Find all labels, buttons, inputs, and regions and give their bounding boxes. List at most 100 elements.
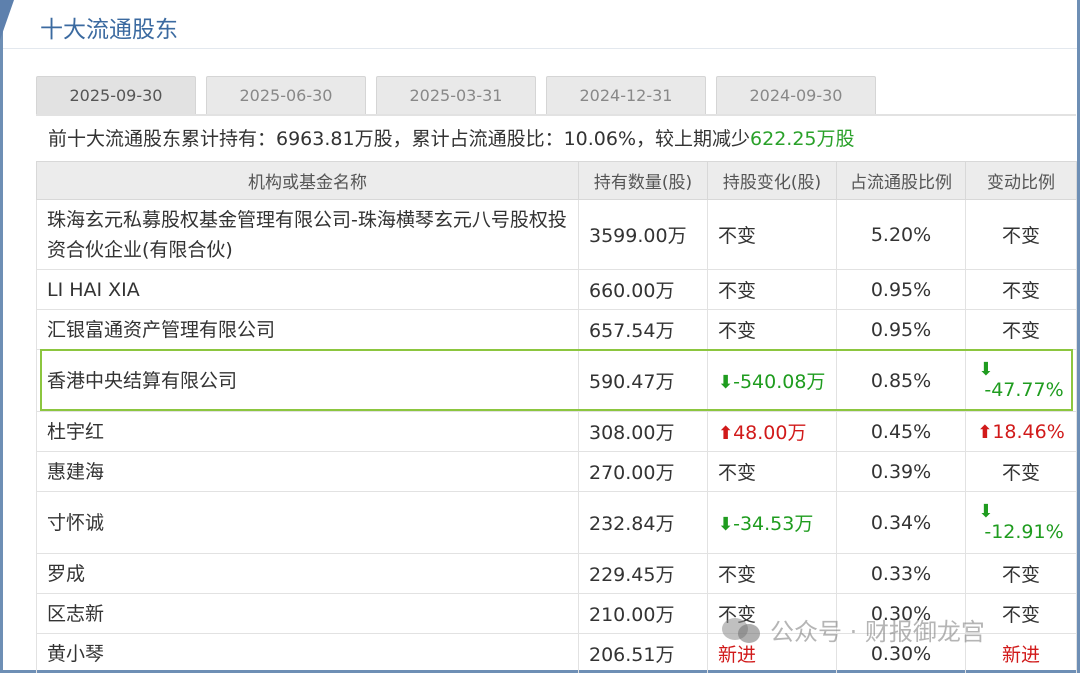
arrow-up-icon: ⬆ bbox=[977, 421, 993, 443]
ratio-value: 18.46% bbox=[992, 420, 1065, 443]
table-row[interactable]: 珠海玄元私募股权基金管理有限公司-珠海横琴玄元八号股权投资合伙企业(有限合伙) 3… bbox=[36, 199, 1077, 270]
table-header-row: 机构或基金名称 持有数量(股) 持股变化(股) 占流通股比例 变动比例 bbox=[36, 161, 1077, 200]
change-ratio: ⬇ -12.91% bbox=[965, 491, 1077, 554]
change-ratio: 不变 bbox=[965, 553, 1077, 594]
change-value: 不变 bbox=[718, 320, 757, 342]
table-row[interactable]: 罗成 229.45万 不变 0.33% 不变 bbox=[36, 553, 1077, 594]
table-body: 珠海玄元私募股权基金管理有限公司-珠海横琴玄元八号股权投资合伙企业(有限合伙) 3… bbox=[36, 199, 1077, 673]
holding-qty: 3599.00万 bbox=[578, 199, 708, 270]
holder-name: 区志新 bbox=[36, 593, 579, 634]
col-header-qty: 持有数量(股) bbox=[578, 161, 708, 200]
holding-qty: 206.51万 bbox=[578, 633, 708, 673]
holding-change: 不变 bbox=[707, 309, 837, 350]
table-row[interactable]: 杜宇红 308.00万 ⬆48.00万 0.45% ⬆18.46% bbox=[36, 411, 1077, 452]
change-ratio: 不变 bbox=[965, 199, 1077, 270]
holder-name: 香港中央结算有限公司 bbox=[36, 349, 579, 412]
holding-change: 不变 bbox=[707, 199, 837, 270]
float-share-pct: 5.20% bbox=[836, 199, 966, 270]
holder-name: 汇银富通资产管理有限公司 bbox=[36, 309, 579, 350]
holding-qty: 657.54万 bbox=[578, 309, 708, 350]
change-value: 不变 bbox=[718, 564, 757, 586]
holding-change: 不变 bbox=[707, 451, 837, 492]
holding-qty: 210.00万 bbox=[578, 593, 708, 634]
date-tabs: 2025-09-30 2025-06-30 2025-03-31 2024-12… bbox=[36, 76, 876, 114]
change-value: -34.53万 bbox=[733, 513, 814, 535]
ratio-value: 不变 bbox=[1001, 564, 1040, 586]
holder-name: 杜宇红 bbox=[36, 411, 579, 452]
tab-2025-06-30[interactable]: 2025-06-30 bbox=[206, 76, 366, 114]
holder-name: 珠海玄元私募股权基金管理有限公司-珠海横琴玄元八号股权投资合伙企业(有限合伙) bbox=[36, 199, 579, 270]
table-row[interactable]: LI HAI XIA 660.00万 不变 0.95% 不变 bbox=[36, 269, 1077, 310]
holder-name: 罗成 bbox=[36, 553, 579, 594]
summary-change: 622.25万股 bbox=[750, 128, 855, 150]
change-value: 48.00万 bbox=[733, 422, 807, 444]
change-ratio: ⬆18.46% bbox=[965, 411, 1077, 452]
summary-text: 前十大流通股东累计持有：6963.81万股，累计占流通股比：10.06%，较上期… bbox=[48, 128, 751, 150]
col-header-pct: 占流通股比例 bbox=[836, 161, 966, 200]
arrow-down-icon: ⬇ bbox=[978, 359, 994, 380]
ratio-value: 不变 bbox=[1001, 225, 1040, 247]
panel-corner-marker bbox=[0, 0, 14, 40]
holder-name: LI HAI XIA bbox=[36, 269, 579, 310]
table-row[interactable]: 汇银富通资产管理有限公司 657.54万 不变 0.95% 不变 bbox=[36, 309, 1077, 350]
float-share-pct: 0.95% bbox=[836, 309, 966, 350]
holding-qty: 229.45万 bbox=[578, 553, 708, 594]
change-value: 新进 bbox=[718, 644, 757, 666]
change-ratio: 不变 bbox=[965, 309, 1077, 350]
watermark-text: 公众号 · 财报御龙宫 bbox=[770, 618, 985, 646]
tab-2024-09-30[interactable]: 2024-09-30 bbox=[716, 76, 876, 114]
ratio-value: 不变 bbox=[1001, 604, 1040, 626]
watermark: 公众号 · 财报御龙宫 bbox=[722, 612, 985, 647]
tab-underline bbox=[36, 114, 1076, 116]
tab-2024-12-31[interactable]: 2024-12-31 bbox=[546, 76, 706, 114]
tab-2025-09-30[interactable]: 2025-09-30 bbox=[36, 76, 196, 114]
arrow-down-icon: ⬇ bbox=[718, 514, 734, 535]
arrow-down-icon: ⬇ bbox=[718, 372, 734, 393]
col-header-change: 持股变化(股) bbox=[707, 161, 837, 200]
ratio-value: 不变 bbox=[1001, 280, 1040, 302]
holding-change: ⬇-34.53万 bbox=[707, 491, 837, 554]
ratio-value: -12.91% bbox=[984, 521, 1064, 543]
col-header-ratio: 变动比例 bbox=[965, 161, 1077, 200]
float-share-pct: 0.85% bbox=[836, 349, 966, 412]
ratio-value: 不变 bbox=[1001, 320, 1040, 342]
holding-change: 不变 bbox=[707, 553, 837, 594]
wechat-icon bbox=[722, 614, 762, 646]
holding-qty: 660.00万 bbox=[578, 269, 708, 310]
float-share-pct: 0.34% bbox=[836, 491, 966, 554]
float-share-pct: 0.33% bbox=[836, 553, 966, 594]
tab-2025-03-31[interactable]: 2025-03-31 bbox=[376, 76, 536, 114]
holding-qty: 308.00万 bbox=[578, 411, 708, 452]
arrow-up-icon: ⬆ bbox=[718, 423, 734, 444]
holding-qty: 232.84万 bbox=[578, 491, 708, 554]
panel-title: 十大流通股东 bbox=[40, 17, 178, 43]
change-ratio: 不变 bbox=[965, 269, 1077, 310]
col-header-name: 机构或基金名称 bbox=[36, 161, 579, 200]
table-row[interactable]: 惠建海 270.00万 不变 0.39% 不变 bbox=[36, 451, 1077, 492]
change-ratio: 不变 bbox=[965, 451, 1077, 492]
change-ratio: ⬇ -47.77% bbox=[965, 349, 1077, 412]
ratio-value: -47.77% bbox=[984, 379, 1064, 401]
holding-change: ⬆48.00万 bbox=[707, 411, 837, 452]
summary-line: 前十大流通股东累计持有：6963.81万股，累计占流通股比：10.06%，较上期… bbox=[48, 124, 855, 151]
title-divider bbox=[3, 48, 1077, 49]
float-share-pct: 0.39% bbox=[836, 451, 966, 492]
holder-name: 寸怀诚 bbox=[36, 491, 579, 554]
holding-qty: 270.00万 bbox=[578, 451, 708, 492]
shareholders-table: 机构或基金名称 持有数量(股) 持股变化(股) 占流通股比例 变动比例 珠海玄元… bbox=[36, 161, 1077, 673]
holding-change: ⬇-540.08万 bbox=[707, 349, 837, 412]
holder-name: 惠建海 bbox=[36, 451, 579, 492]
ratio-value: 不变 bbox=[1001, 462, 1040, 484]
change-value: 不变 bbox=[718, 462, 757, 484]
holder-name: 黄小琴 bbox=[36, 633, 579, 673]
arrow-down-icon: ⬇ bbox=[978, 501, 994, 522]
change-value: 不变 bbox=[718, 280, 757, 302]
holding-change: 不变 bbox=[707, 269, 837, 310]
change-value: -540.08万 bbox=[733, 371, 826, 393]
ratio-value: 新进 bbox=[1001, 644, 1040, 666]
table-row[interactable]: 寸怀诚 232.84万 ⬇-34.53万 0.34% ⬇ -12.91% bbox=[36, 491, 1077, 554]
float-share-pct: 0.45% bbox=[836, 411, 966, 452]
float-share-pct: 0.95% bbox=[836, 269, 966, 310]
change-value: 不变 bbox=[718, 225, 757, 247]
table-row[interactable]: 香港中央结算有限公司 590.47万 ⬇-540.08万 0.85% ⬇ -47.77% bbox=[36, 349, 1077, 412]
